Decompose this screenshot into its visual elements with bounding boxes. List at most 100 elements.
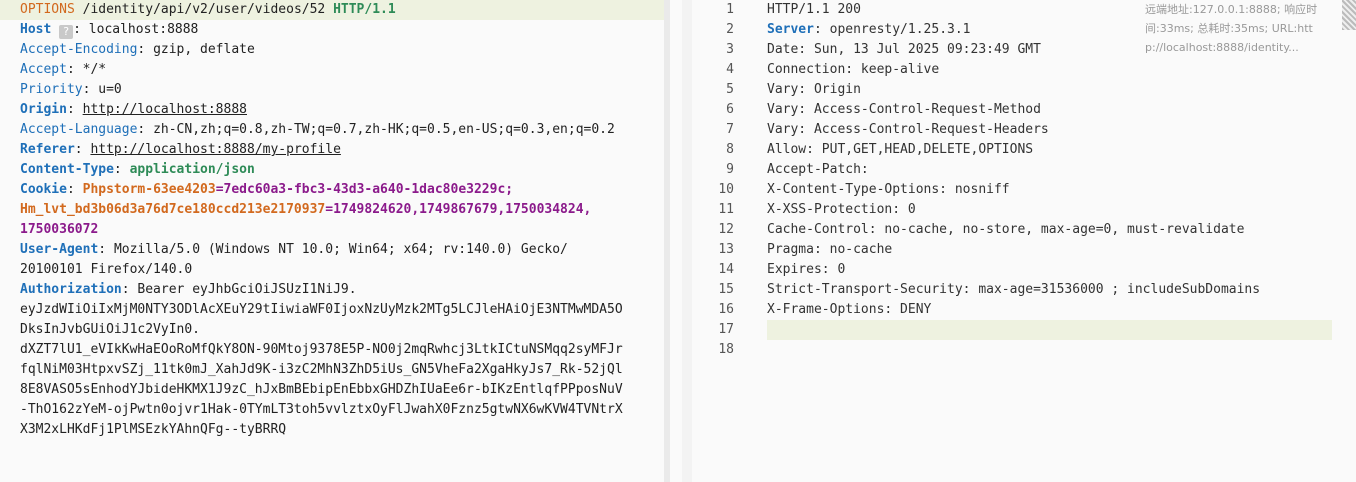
header-sep: : — [137, 42, 154, 57]
response-header-line: Vary: Access-Control-Request-Method — [767, 102, 1041, 117]
header-accept: Accept: */* — [20, 60, 106, 80]
response-header-line: Vary: Origin — [767, 82, 861, 97]
header-sep: : — [113, 162, 130, 177]
header-value: application/json — [129, 162, 255, 177]
response-header-line: Date: Sun, 13 Jul 2025 09:23:49 GMT — [767, 42, 1041, 57]
referer-link[interactable]: http://localhost:8888/my-profile — [90, 142, 340, 157]
header-value: zh-CN,zh;q=0.8,zh-TW;q=0.7,zh-HK;q=0.5,e… — [153, 122, 615, 137]
header-value: gzip, deflate — [153, 42, 255, 57]
header-key: Server — [767, 22, 814, 37]
header-priority: Priority: u=0 — [20, 80, 122, 100]
header-host: Host ?: localhost:8888 — [20, 20, 198, 40]
cookie-line-2: Hm_lvt_bd3b06d3a76d7ce180ccd213e2170937=… — [20, 200, 591, 220]
header-value: localhost:8888 — [88, 22, 199, 37]
status-line: HTTP/1.1 200 — [767, 2, 861, 17]
request-version: HTTP/1.1 — [333, 2, 396, 17]
response-header-line: Connection: keep-alive — [767, 62, 940, 77]
token-line: X3M2xLHKdFj1PlMSEzkYAhnQFg--tyBRRQ — [20, 422, 287, 437]
response-header-line: Expires: 0 — [767, 262, 846, 277]
token-line: -ThO162zYeM-ojPwtn0ojvr1Hak-0TYmLT3toh5v… — [20, 402, 623, 417]
header-sep: : — [137, 122, 154, 137]
header-user-agent: User-Agent: Mozilla/5.0 (Windows NT 10.0… — [20, 242, 568, 257]
response-header-line: X-XSS-Protection: 0 — [767, 202, 916, 217]
response-header-line: X-Frame-Options: DENY — [767, 302, 932, 317]
request-scrollbar[interactable] — [664, 0, 670, 482]
header-server: Server: openresty/1.25.3.1 — [767, 20, 971, 40]
header-key: Content-Type — [20, 162, 114, 177]
token-line: eyJzdWIiOiIxMjM0NTY3ODlAcXEuY29tIiwiaWF0… — [20, 302, 623, 317]
header-key: Accept-Language — [20, 122, 138, 137]
request-pane[interactable]: OPTIONS /identity/api/v2/user/videos/52 … — [0, 0, 682, 482]
line-number: 17 — [718, 322, 734, 337]
header-key: Accept-Encoding — [20, 42, 138, 57]
response-header-line: Cache-Control: no-cache, no-store, max-a… — [767, 222, 1245, 237]
header-sep: : — [74, 142, 91, 157]
response-header-line: Accept-Patch: — [767, 162, 869, 177]
header-cookie: Cookie: Phpstorm-63ee4203=7edc60a3-fbc3-… — [20, 182, 514, 197]
line-number: 12 — [718, 222, 734, 237]
header-value: 20100101 Firefox/140.0 — [20, 262, 193, 277]
response-pane[interactable]: 1 2 3 4 5 6 7 8 9 10 11 12 13 14 15 16 17 18 HTTP/1.1 200… — [692, 0, 1356, 482]
header-content-type: Content-Type: application/json — [20, 160, 255, 180]
user-agent-line-2: 20100101 Firefox/140.0 — [20, 260, 192, 280]
header-key: Referer — [20, 142, 75, 157]
header-sep: : — [66, 62, 83, 77]
line-number: 3 — [726, 42, 734, 57]
line-number: 4 — [726, 62, 734, 77]
qr-code-icon[interactable] — [1342, 0, 1356, 30]
current-line-highlight — [767, 320, 1332, 340]
header-value: u=0 — [98, 82, 122, 97]
cookie-name: Hm_lvt_bd3b06d3a76d7ce180ccd213e2170937 — [20, 202, 326, 217]
line-number: 9 — [726, 162, 734, 177]
header-key: Origin — [20, 102, 67, 117]
line-number: 15 — [718, 282, 734, 297]
cookie-value: =1749824620,1749867679,1750034824, — [325, 202, 592, 217]
cookie-line-3: 1750036072 — [20, 220, 98, 240]
header-value: Bearer eyJhbGciOiJSUzI1NiJ9. — [137, 282, 357, 297]
header-origin: Origin: http://localhost:8888 — [20, 100, 247, 120]
header-sep: : — [66, 102, 83, 117]
request-line: OPTIONS /identity/api/v2/user/videos/52 … — [20, 0, 396, 20]
header-key: Authorization — [20, 282, 122, 297]
meta-url[interactable]: p://localhost:8888/identity... — [1145, 38, 1335, 57]
header-accept-language: Accept-Language: zh-CN,zh;q=0.8,zh-TW;q=… — [20, 120, 615, 140]
token-line: fqlNiM03HtpxvSZj_11tk0mJ_XahJd9K-i3zC2Mh… — [20, 362, 623, 377]
header-key: Priority — [20, 82, 83, 97]
response-header-line: Allow: PUT,GET,HEAD,DELETE,OPTIONS — [767, 142, 1034, 157]
line-number: 5 — [726, 82, 734, 97]
header-key: User-Agent — [20, 242, 99, 257]
header-value: */* — [82, 62, 107, 77]
response-header-line: Vary: Access-Control-Request-Headers — [767, 122, 1049, 137]
line-number: 13 — [718, 242, 734, 257]
response-header-line: Pragma: no-cache — [767, 242, 893, 257]
line-number: 6 — [726, 102, 734, 117]
line-number: 14 — [718, 262, 734, 277]
response-meta: 远端地址:127.0.0.1:8888; 响应时 间:33ms; 总耗时:35m… — [1145, 0, 1335, 57]
meta-line: 间:33ms; 总耗时:35ms; URL:htt — [1145, 22, 1313, 35]
header-sep: : — [73, 22, 89, 37]
line-number: 7 — [726, 122, 734, 137]
header-key: Host — [20, 22, 52, 37]
line-number: 18 — [718, 342, 734, 357]
token-line: 8E8VASO5sEnhodYJbideHKMX1J9zC_hJxBmBEbip… — [20, 382, 623, 397]
help-icon[interactable]: ? — [59, 25, 74, 39]
line-number: 1 — [726, 2, 734, 17]
line-number: 16 — [718, 302, 734, 317]
token-line: DksInJvbGUiOiJ1c2VyIn0. — [20, 322, 201, 337]
header-value: : openresty/1.25.3.1 — [813, 22, 971, 37]
origin-link[interactable]: http://localhost:8888 — [83, 102, 247, 117]
header-sep: : — [82, 82, 99, 97]
line-number: 2 — [726, 22, 734, 37]
cookie-value: =7edc60a3-fbc3-43d3-a640-1dac80e3229c; — [215, 182, 514, 197]
header-referer: Referer: http://localhost:8888/my-profil… — [20, 140, 341, 160]
request-method: OPTIONS — [20, 2, 75, 17]
cookie-value: 1750036072 — [20, 222, 99, 237]
line-number: 8 — [726, 142, 734, 157]
cookie-name: Phpstorm-63ee4203 — [82, 182, 216, 197]
response-header-line: Strict-Transport-Security: max-age=31536… — [767, 282, 1261, 297]
header-authorization: Authorization: Bearer eyJhbGciOiJSUzI1Ni… — [20, 282, 357, 297]
header-accept-encoding: Accept-Encoding: gzip, deflate — [20, 40, 255, 60]
token-line: dXZT7lU1_eVIkKwHaEOoRoMfQkY8ON-90Mtoj937… — [20, 342, 623, 357]
line-number: 11 — [718, 202, 734, 217]
request-path: /identity/api/v2/user/videos/52 — [74, 2, 334, 17]
